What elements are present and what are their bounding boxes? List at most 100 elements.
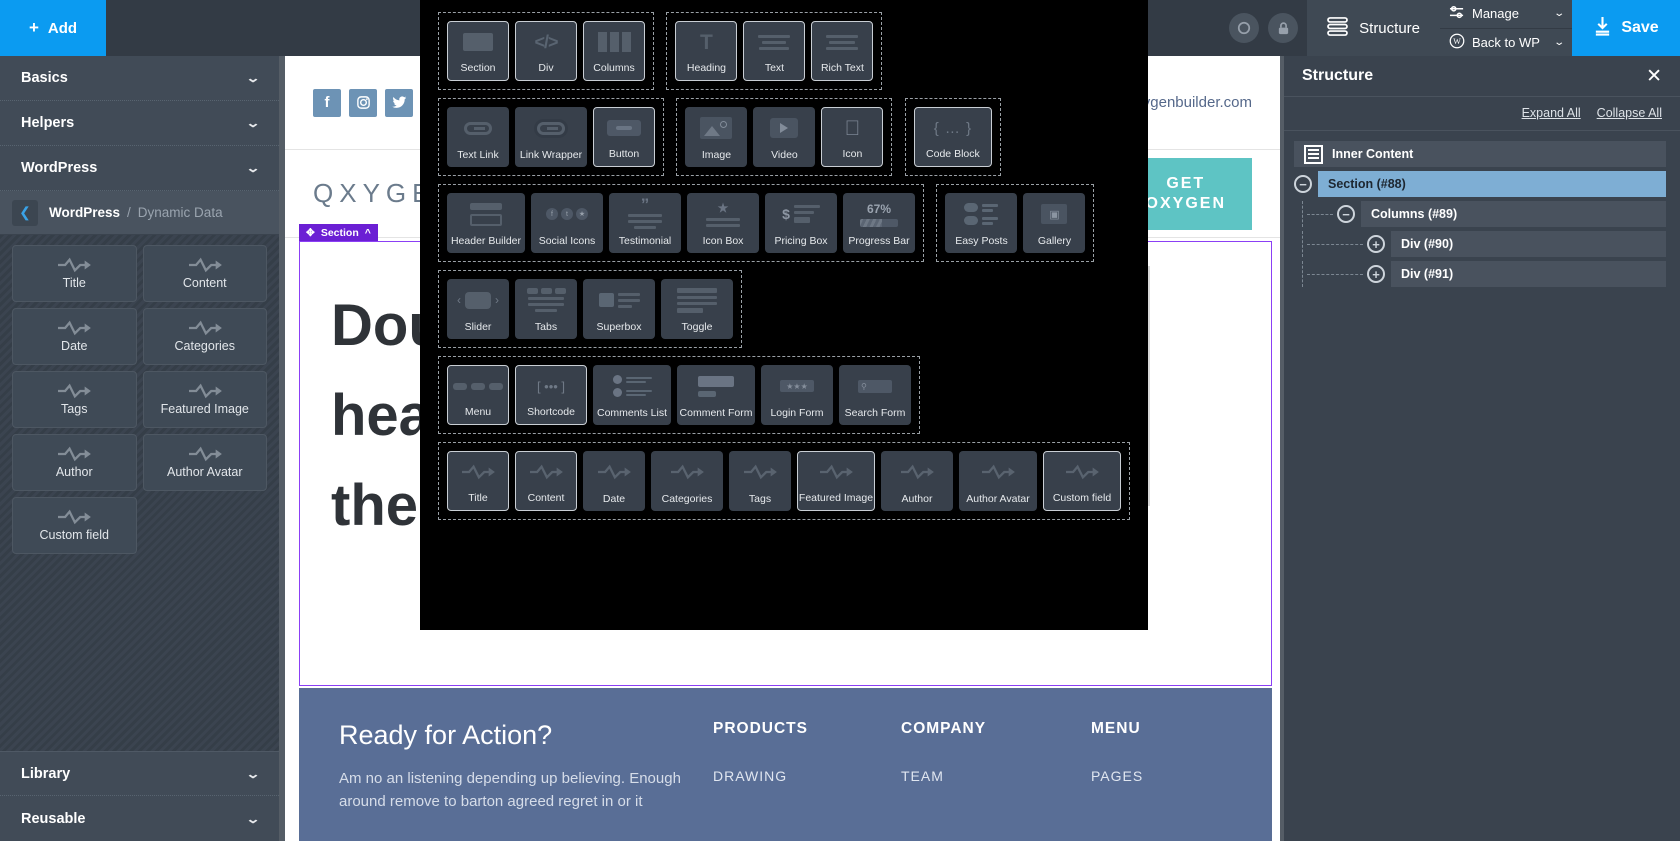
- sidebar-accordion-basics[interactable]: Basics ⌄: [0, 56, 279, 101]
- save-button[interactable]: Save: [1572, 0, 1680, 56]
- dynamic-data-tile-label: Tags: [61, 402, 88, 416]
- expand-toggle-icon[interactable]: +: [1367, 265, 1385, 283]
- element-section[interactable]: Section: [447, 21, 509, 81]
- element-comments-list[interactable]: Comments List: [593, 365, 671, 425]
- element-link-wrapper[interactable]: Link Wrapper: [515, 107, 587, 167]
- element-testimonial[interactable]: ” Testimonial: [609, 193, 681, 253]
- tree-node-columns-89[interactable]: − Columns (#89): [1294, 201, 1666, 227]
- sidebar-accordion-helpers[interactable]: Helpers ⌄: [0, 101, 279, 146]
- element-social-icons[interactable]: f t ★ Social Icons: [531, 193, 603, 253]
- back-button[interactable]: ❮: [12, 199, 38, 226]
- element-login-form[interactable]: ★★★ Login Form: [761, 365, 833, 425]
- tree-node-bar[interactable]: Div (#90): [1391, 231, 1666, 257]
- section-toolbar-tag[interactable]: ✥ Section ^: [299, 224, 378, 241]
- sidebar-accordion-wordpress[interactable]: WordPress ⌄: [0, 146, 279, 191]
- tree-node-inner-content[interactable]: Inner Content: [1294, 141, 1666, 167]
- collapse-toggle-icon[interactable]: −: [1294, 175, 1312, 193]
- dynamic-data-tile-categories[interactable]: Categories: [142, 308, 267, 365]
- dynamic-data-tile-author[interactable]: Author: [12, 434, 137, 491]
- element-pricing-box[interactable]: $ Pricing Box: [765, 193, 837, 253]
- dynamic-data-tile-date[interactable]: Date: [12, 308, 137, 365]
- element-columns[interactable]: Columns: [583, 21, 645, 81]
- element-search-form[interactable]: ⚲ Search Form: [839, 365, 911, 425]
- element-superbox[interactable]: Superbox: [583, 279, 655, 339]
- element-video[interactable]: Video: [753, 107, 816, 167]
- tree-node-bar[interactable]: Inner Content: [1294, 141, 1666, 167]
- close-icon[interactable]: ✕: [1646, 67, 1662, 86]
- element-div[interactable]: </> Div: [515, 21, 577, 81]
- element-tabs[interactable]: Tabs: [515, 279, 577, 339]
- facebook-icon[interactable]: f: [313, 88, 341, 117]
- dynamic-data-tile-content[interactable]: Content: [142, 245, 267, 302]
- dynamic-data-tile-featured-image[interactable]: Featured Image: [142, 371, 267, 428]
- tree-connector: [1307, 243, 1363, 245]
- element-dd-title[interactable]: Title: [447, 451, 509, 511]
- element-dd-author[interactable]: Author: [881, 451, 953, 511]
- element-label: Icon: [842, 148, 863, 160]
- instagram-icon[interactable]: [349, 88, 377, 117]
- element-dd-featured-image[interactable]: Featured Image: [797, 451, 875, 511]
- element-group-posts: Easy Posts ▣ Gallery: [936, 184, 1095, 262]
- facebook-glyph: f: [324, 94, 330, 111]
- dynamic-data-tile-tags[interactable]: Tags: [12, 371, 137, 428]
- collapse-toggle-icon[interactable]: −: [1337, 205, 1355, 223]
- breadcrumb-root[interactable]: WordPress: [49, 205, 120, 220]
- element-comment-form[interactable]: Comment Form: [677, 365, 755, 425]
- element-heading[interactable]: T Heading: [675, 21, 738, 81]
- back-to-wp-menu[interactable]: W Back to WP ⌄: [1440, 29, 1572, 57]
- back-to-wp-label: Back to WP: [1472, 34, 1540, 50]
- manage-menu[interactable]: Manage ⌄: [1440, 0, 1572, 29]
- element-menu[interactable]: Menu: [447, 365, 509, 425]
- element-header-builder[interactable]: Header Builder: [447, 193, 525, 253]
- tree-node-div-90[interactable]: + Div (#90): [1294, 231, 1666, 257]
- footer-link[interactable]: DRAWING: [713, 768, 808, 784]
- lock-icon[interactable]: [1268, 13, 1299, 43]
- element-dd-custom-field[interactable]: Custom field: [1043, 451, 1121, 511]
- sidebar-accordion-library-label: Library: [21, 765, 71, 782]
- dynamic-data-icon: [58, 446, 92, 462]
- element-dd-date[interactable]: Date: [583, 451, 645, 511]
- element-text[interactable]: Text: [743, 21, 806, 81]
- footer-link[interactable]: PAGES: [1091, 768, 1143, 784]
- sidebar-accordion-reusable[interactable]: Reusable ⌄: [0, 796, 279, 841]
- collapse-all-link[interactable]: Collapse All: [1597, 106, 1662, 120]
- sidebar-accordion-library[interactable]: Library ⌄: [0, 751, 279, 796]
- element-dd-content[interactable]: Content: [515, 451, 577, 511]
- tree-node-section-88[interactable]: − Section (#88): [1294, 171, 1666, 197]
- text-icon: [744, 22, 804, 62]
- expand-all-link[interactable]: Expand All: [1522, 106, 1581, 120]
- element-rich-text[interactable]: Rich Text: [811, 21, 874, 81]
- element-dd-categories[interactable]: Categories: [651, 451, 723, 511]
- dynamic-data-icon: [188, 383, 222, 399]
- structure-button[interactable]: Structure: [1307, 0, 1440, 56]
- dynamic-data-tile-custom-field[interactable]: Custom field: [12, 497, 137, 554]
- element-button[interactable]: Button: [593, 107, 655, 167]
- twitter-icon[interactable]: [385, 88, 413, 117]
- tree-node-bar[interactable]: Section (#88): [1318, 171, 1666, 197]
- add-button[interactable]: + Add: [0, 0, 106, 56]
- element-code-block[interactable]: { … } Code Block: [913, 107, 992, 167]
- tree-node-div-91[interactable]: + Div (#91): [1294, 261, 1666, 287]
- manage-stack: Manage ⌄ W Back to WP ⌄: [1440, 0, 1572, 56]
- element-image[interactable]: Image: [685, 107, 748, 167]
- element-dd-author-avatar[interactable]: Author Avatar: [959, 451, 1037, 511]
- dynamic-data-tile-title[interactable]: Title: [12, 245, 137, 302]
- element-dd-tags[interactable]: Tags: [729, 451, 791, 511]
- element-text-link[interactable]: Text Link: [447, 107, 509, 167]
- element-toggle[interactable]: Toggle: [661, 279, 733, 339]
- expand-toggle-icon[interactable]: +: [1367, 235, 1385, 253]
- element-shortcode[interactable]: [ ••• ] Shortcode: [515, 365, 587, 425]
- element-label: Text: [764, 62, 785, 74]
- element-slider[interactable]: ‹ › Slider: [447, 279, 509, 339]
- tree-node-bar[interactable]: Columns (#89): [1361, 201, 1666, 227]
- tree-node-bar[interactable]: Div (#91): [1391, 261, 1666, 287]
- element-icon[interactable]:  Icon: [821, 107, 884, 167]
- element-gallery[interactable]: ▣ Gallery: [1023, 193, 1086, 253]
- footer-link[interactable]: TEAM: [901, 768, 986, 784]
- circle-icon[interactable]: [1229, 13, 1260, 43]
- element-icon-box[interactable]: ★ Icon Box: [687, 193, 759, 253]
- dynamic-data-tile-author-avatar[interactable]: Author Avatar: [142, 434, 267, 491]
- element-easy-posts[interactable]: Easy Posts: [945, 193, 1018, 253]
- sidebar-accordion-reusable-label: Reusable: [21, 810, 86, 827]
- element-progress-bar[interactable]: 67% Progress Bar: [843, 193, 915, 253]
